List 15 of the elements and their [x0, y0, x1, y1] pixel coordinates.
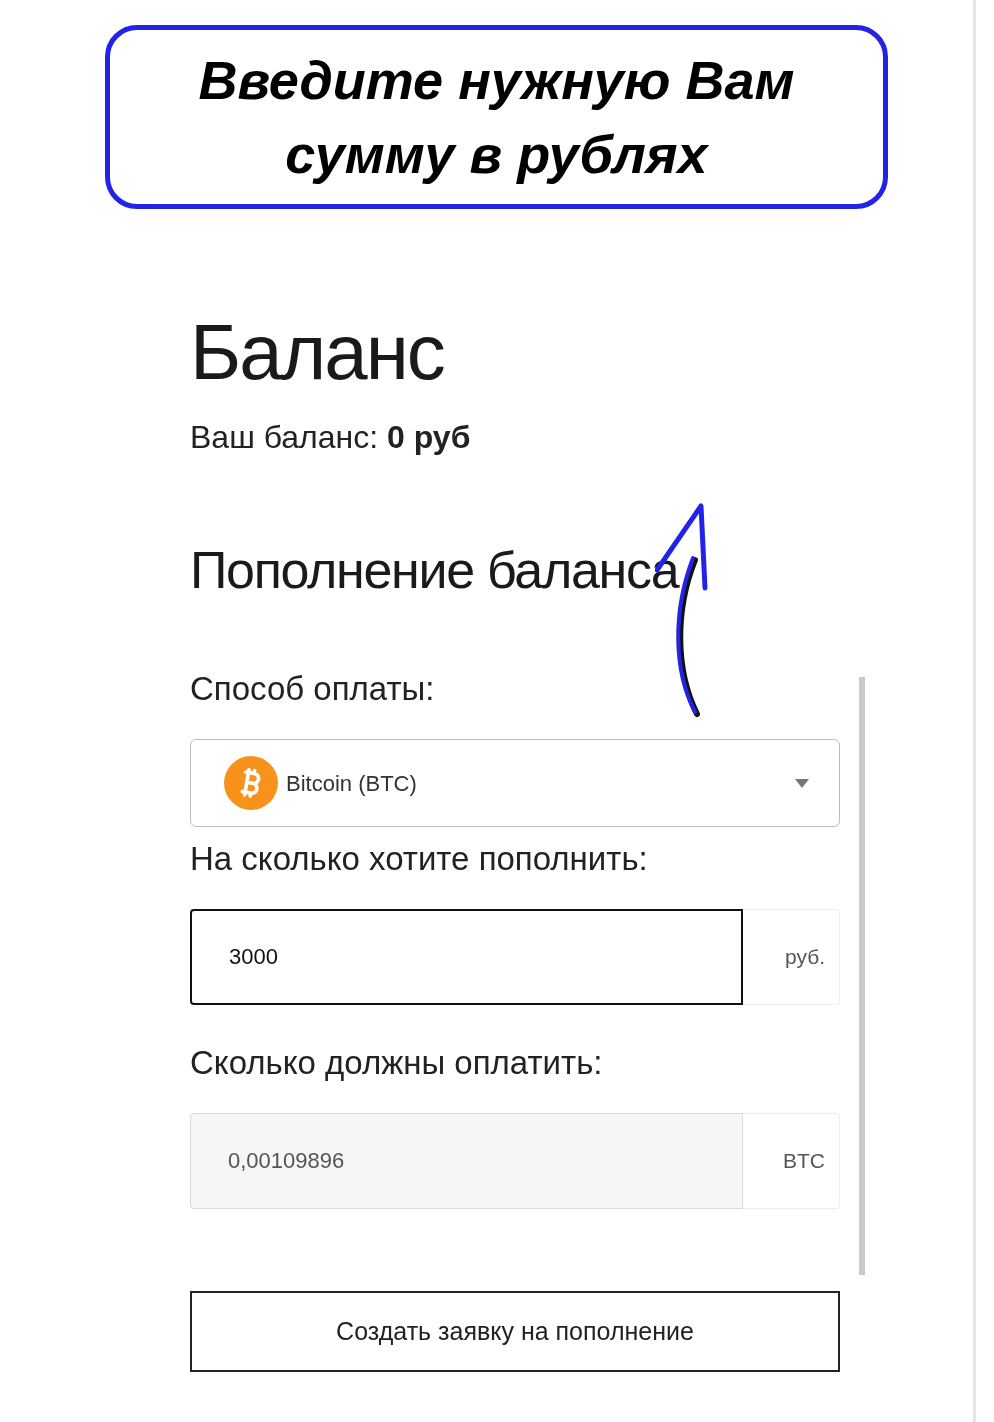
field-label: Сколько должны оплатить: [190, 1043, 604, 1083]
caret-icon [795, 778, 809, 788]
payment-method-select[interactable]: Bitcoin (BTC) [190, 739, 840, 827]
unit-label: BTC [743, 1113, 840, 1209]
field-label: Способ оплаты: [190, 669, 436, 709]
field-label: На сколько хотите пополнить: [190, 839, 649, 879]
page-title: Баланс [190, 307, 445, 397]
bitcoin-icon [224, 756, 278, 810]
balance-text: Ваш баланс: 0 руб [190, 418, 472, 457]
callout-text: Введите нужную Вам сумму в рублях [197, 49, 796, 186]
scrollbar[interactable] [859, 677, 865, 1275]
amount-field[interactable]: 3000 [190, 909, 743, 1005]
section-title: Пополнение баланса [190, 540, 681, 601]
create-request-button[interactable]: Создать заявку на пополнение [190, 1291, 840, 1372]
unit-label: руб. [743, 909, 840, 1005]
